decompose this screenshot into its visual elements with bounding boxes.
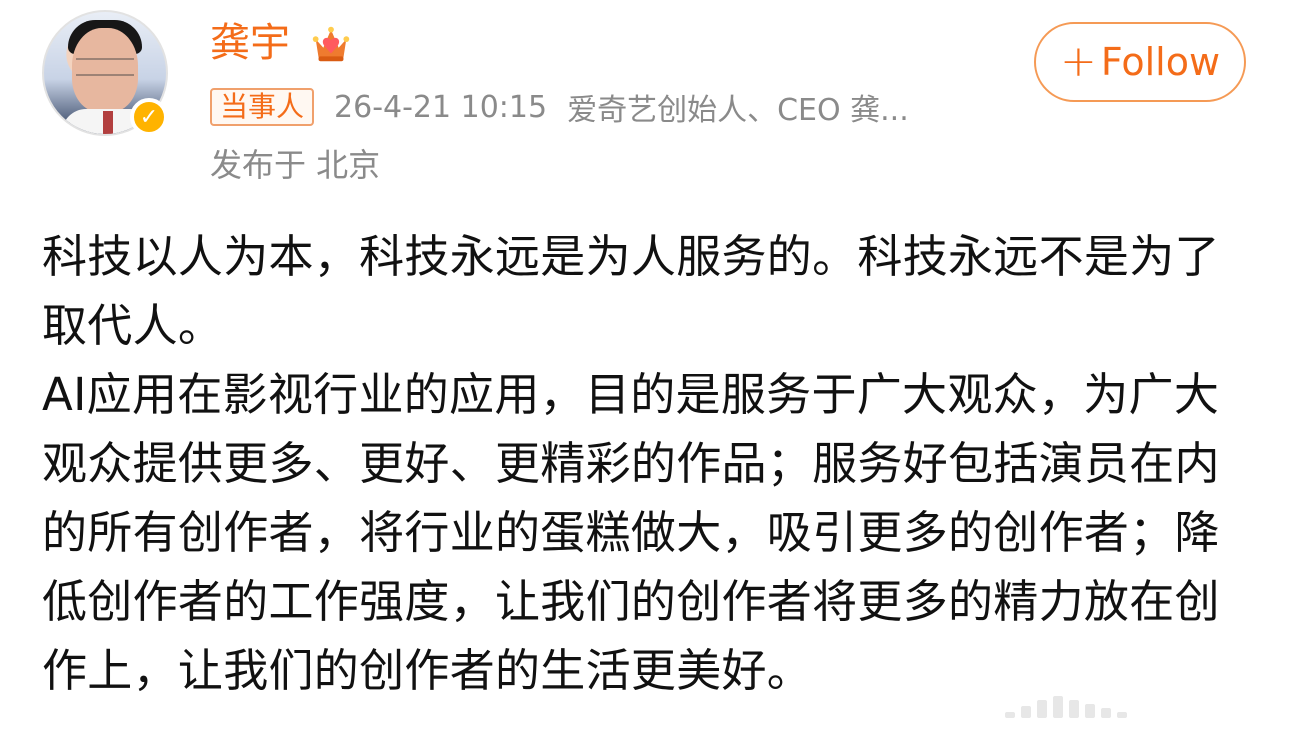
timestamp: 26-4-21 10:15 [334, 89, 548, 125]
more-bar [1053, 696, 1063, 718]
avatar-tie [103, 111, 113, 134]
glasses-icon [76, 58, 134, 76]
more-indicator [1005, 688, 1275, 718]
author-name[interactable]: 龚宇 [210, 18, 290, 68]
post-location: 发布于 北京 [210, 146, 381, 184]
more-bar [1117, 712, 1127, 718]
more-bar [1037, 700, 1047, 718]
plus-icon: + [1059, 36, 1097, 87]
more-bar [1021, 706, 1031, 718]
follow-button[interactable]: + Follow [1034, 22, 1246, 102]
author-source: 爱奇艺创始人、CEO 龚... [567, 93, 909, 128]
role-tag: 当事人 [210, 88, 315, 126]
post-meta: 当事人 26-4-21 10:15 爱奇艺创始人、CEO 龚... [210, 86, 909, 128]
more-bar [1069, 700, 1079, 718]
post-paragraph-1: 科技以人为本，科技永远是为人服务的。科技永远不是为了取代人。 [42, 230, 1220, 352]
more-bar [1085, 704, 1095, 718]
post-content: 科技以人为本，科技永远是为人服务的。科技永远不是为了取代人。 AI应用在影视行业… [42, 222, 1242, 705]
post-paragraph-2: AI应用在影视行业的应用，目的是服务于广大观众，为广大观众提供更多、更好、更精彩… [42, 368, 1220, 697]
more-bar [1005, 712, 1015, 718]
follow-label: Follow [1100, 40, 1221, 84]
verified-icon: ✓ [130, 98, 168, 136]
more-bar [1101, 708, 1111, 718]
crown-icon [312, 26, 350, 62]
